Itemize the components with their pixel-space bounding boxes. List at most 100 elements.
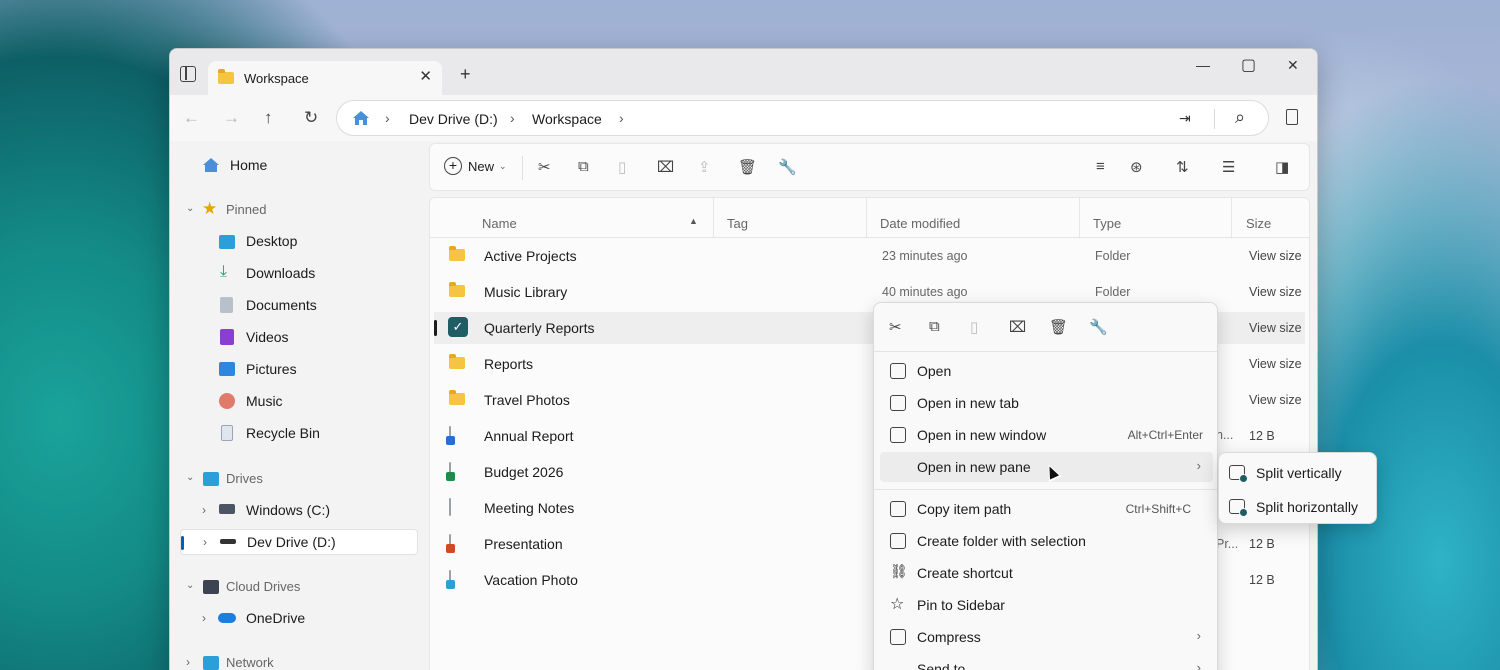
sidebar-section-network[interactable]: › Network (180, 649, 418, 670)
sidebar-item-label: OneDrive (246, 610, 306, 626)
menu-item-label: Open in new pane (917, 459, 1031, 475)
menu-item-open[interactable]: Open (880, 356, 1213, 386)
table-row[interactable]: Active Projects 23 minutes ago Folder Vi… (434, 240, 1305, 272)
section-label: Drives (226, 470, 263, 486)
paste-icon[interactable]: ▯ (970, 318, 978, 336)
menu-item-create-folder-with-selection[interactable]: Create folder with selection (880, 526, 1213, 556)
menu-item-create-shortcut[interactable]: ⛓ Create shortcut (880, 558, 1213, 588)
sidebar-item-pictures[interactable]: Pictures (180, 356, 418, 382)
breadcrumb-workspace[interactable]: Workspace (532, 111, 602, 127)
search-icon[interactable]: ⌕ (1235, 107, 1245, 128)
tab-workspace[interactable]: Workspace ✕ (208, 61, 442, 95)
sidebar-item-dev-drive[interactable]: › Dev Drive (D:) (180, 529, 418, 555)
column-divider[interactable] (866, 198, 867, 238)
file-type-clipped: Pr... (1216, 537, 1239, 551)
sidebar-item-music[interactable]: Music (180, 388, 418, 414)
column-divider[interactable] (1231, 198, 1232, 238)
pin-icon: ☆ (890, 596, 905, 613)
filter-icon[interactable]: ≡ (1096, 158, 1105, 175)
maximize-button[interactable]: ▢ (1241, 55, 1256, 75)
menu-item-open-new-tab[interactable]: Open in new tab (880, 388, 1213, 418)
sidebar-toggle-icon[interactable] (180, 66, 196, 82)
tab-close-icon[interactable]: ✕ (419, 67, 432, 85)
chevron-down-icon[interactable]: ⌄ (186, 580, 194, 591)
notes-icon[interactable] (1286, 109, 1298, 125)
column-divider[interactable] (713, 198, 714, 238)
copy-icon[interactable]: ⧉ (929, 318, 940, 335)
delete-icon[interactable]: 🗑 (738, 158, 757, 176)
sidebar-item-documents[interactable]: Documents (180, 292, 418, 318)
menu-item-split-horizontally[interactable]: Split horizontally (1225, 492, 1372, 522)
sidebar-section-cloud-drives[interactable]: ⌄ Cloud Drives (180, 573, 418, 599)
forward-button[interactable]: → (223, 108, 240, 128)
back-button[interactable]: ← (183, 108, 200, 128)
sidebar-section-drives[interactable]: ⌄ Drives (180, 465, 418, 491)
file-size[interactable]: View size (1249, 285, 1302, 299)
sidebar-section-pinned[interactable]: ⌄ ★ Pinned (180, 196, 418, 222)
chevron-right-icon[interactable]: › (186, 655, 190, 669)
properties-icon[interactable]: 🔧 (778, 158, 797, 176)
sort-ascending-icon[interactable]: ▲ (689, 216, 698, 226)
rename-icon[interactable]: ⌧ (1009, 318, 1026, 336)
minimize-button[interactable]: — (1196, 57, 1210, 73)
column-header-date[interactable]: Date modified (880, 216, 960, 231)
sidebar-item-recycle-bin[interactable]: Recycle Bin (180, 420, 418, 446)
column-header-size[interactable]: Size (1246, 216, 1271, 231)
file-size[interactable]: View size (1249, 321, 1302, 335)
chevron-down-icon[interactable]: ⌄ (186, 203, 194, 214)
breadcrumb-chevron-icon[interactable]: › (619, 110, 624, 126)
menu-item-pin-to-sidebar[interactable]: ☆ Pin to Sidebar (880, 590, 1213, 620)
menu-item-split-vertically[interactable]: Split vertically (1225, 458, 1372, 488)
chevron-down-icon[interactable]: ⌄ (186, 472, 194, 483)
share-icon[interactable]: ⇪ (698, 158, 711, 176)
new-button[interactable]: + New ⌄ (444, 157, 507, 175)
breadcrumb-dev-drive[interactable]: Dev Drive (D:) (409, 111, 498, 127)
file-type: Folder (1095, 249, 1131, 263)
menu-item-compress[interactable]: Compress › (880, 622, 1213, 652)
checkbox[interactable]: ✓ (448, 317, 468, 337)
chevron-right-icon[interactable]: › (203, 535, 207, 549)
home-icon[interactable] (352, 110, 370, 126)
expand-address-icon[interactable]: ⇥ (1179, 110, 1191, 127)
up-button[interactable]: ↑ (264, 108, 273, 128)
rename-icon[interactable]: ⌧ (657, 158, 674, 176)
sidebar-item-desktop[interactable]: Desktop (180, 228, 418, 254)
folder-icon (449, 390, 465, 405)
menu-item-copy-path[interactable]: Copy item path Ctrl+Shift+C (880, 494, 1213, 524)
sidebar-item-videos[interactable]: Videos (180, 324, 418, 350)
column-divider[interactable] (1079, 198, 1080, 238)
delete-icon[interactable]: 🗑 (1049, 318, 1068, 336)
sort-icon[interactable]: ⇅ (1176, 158, 1189, 176)
properties-icon[interactable]: 🔧 (1089, 318, 1108, 336)
pictures-icon (219, 362, 235, 376)
cut-icon[interactable]: ✂ (538, 158, 551, 176)
preview-pane-icon[interactable]: ◨ (1275, 158, 1289, 176)
file-size[interactable]: View size (1249, 249, 1302, 263)
refresh-button[interactable]: ↻ (304, 108, 318, 128)
group-icon[interactable]: ⊛ (1130, 158, 1143, 176)
layout-icon[interactable]: ☰ (1222, 158, 1235, 176)
section-label: Network (226, 654, 274, 670)
sidebar-item-onedrive[interactable]: › OneDrive (180, 605, 418, 631)
column-header-type[interactable]: Type (1093, 216, 1121, 231)
copy-icon[interactable]: ⧉ (578, 158, 589, 175)
chevron-right-icon[interactable]: › (202, 503, 206, 517)
new-tab-button[interactable]: + (460, 64, 471, 85)
sidebar-item-home[interactable]: Home (180, 152, 418, 178)
column-header-name[interactable]: Name (482, 216, 517, 231)
cut-icon[interactable]: ✂ (889, 318, 902, 336)
close-window-button[interactable]: ✕ (1287, 57, 1299, 74)
chevron-right-icon[interactable]: › (202, 611, 206, 625)
address-bar[interactable]: › Dev Drive (D:) › Workspace › ⇥ ⌕ (336, 100, 1269, 136)
sidebar-item-windows-c[interactable]: › Windows (C:) (180, 497, 418, 523)
file-name: Travel Photos (484, 392, 570, 408)
file-size[interactable]: View size (1249, 357, 1302, 371)
menu-item-send-to[interactable]: Send to › (880, 654, 1213, 670)
sidebar-item-downloads[interactable]: ⤓ Downloads (180, 260, 418, 286)
paste-icon[interactable]: ▯ (618, 158, 626, 176)
image-document-icon (446, 570, 455, 589)
menu-item-open-new-window[interactable]: Open in new window Alt+Ctrl+Enter (880, 420, 1213, 450)
column-header-tag[interactable]: Tag (727, 216, 748, 231)
sidebar-item-label: Documents (246, 297, 317, 313)
file-size[interactable]: View size (1249, 393, 1302, 407)
